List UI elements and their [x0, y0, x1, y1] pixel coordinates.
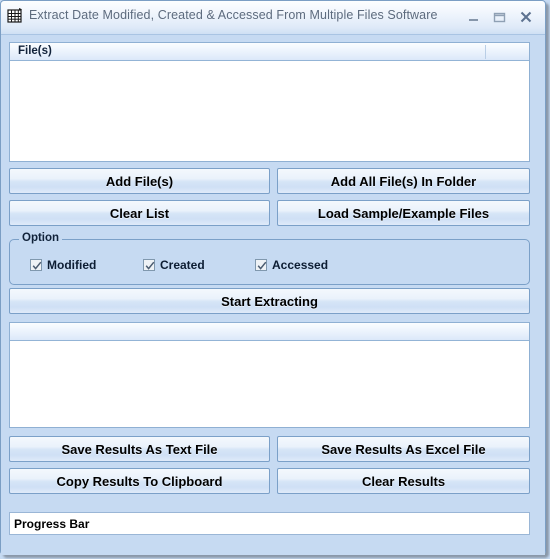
maximize-icon[interactable]: [490, 9, 508, 25]
minimize-icon[interactable]: [465, 9, 483, 25]
start-extracting-button[interactable]: Start Extracting: [9, 288, 530, 314]
clear-list-button[interactable]: Clear List: [9, 200, 270, 226]
save-results-as-text-file-button[interactable]: Save Results As Text File: [9, 436, 270, 462]
checkbox-created[interactable]: Created: [143, 258, 205, 272]
progress-bar: Progress Bar: [9, 512, 530, 535]
checkbox-modified[interactable]: Modified: [30, 258, 96, 272]
progress-bar-label: Progress Bar: [14, 516, 90, 531]
file-list[interactable]: File(s): [9, 42, 530, 162]
title-bar[interactable]: Extract Date Modified, Created & Accesse…: [1, 1, 545, 33]
add-all-files-in-folder-button[interactable]: Add All File(s) In Folder: [277, 168, 530, 194]
option-group: Option Modified Created Accessed: [9, 232, 530, 285]
option-group-title: Option: [19, 232, 63, 244]
copy-results-to-clipboard-button[interactable]: Copy Results To Clipboard: [9, 468, 270, 494]
checkbox-accessed-box[interactable]: [255, 259, 267, 271]
checkbox-created-box[interactable]: [143, 259, 155, 271]
close-icon[interactable]: [517, 9, 535, 25]
window-title: Extract Date Modified, Created & Accesse…: [29, 8, 438, 22]
add-files-button[interactable]: Add File(s): [9, 168, 270, 194]
checkbox-created-label: Created: [160, 258, 205, 272]
checkbox-modified-box[interactable]: [30, 259, 42, 271]
checkbox-accessed[interactable]: Accessed: [255, 258, 328, 272]
grid-table-icon: [7, 7, 24, 24]
application-window: Extract Date Modified, Created & Accesse…: [0, 0, 550, 559]
file-list-column-files[interactable]: File(s): [18, 45, 52, 57]
file-list-column-divider[interactable]: [485, 45, 486, 59]
load-sample-files-button[interactable]: Load Sample/Example Files: [277, 200, 530, 226]
file-list-header: File(s): [10, 43, 529, 61]
results-list[interactable]: [9, 322, 530, 428]
save-results-as-excel-file-button[interactable]: Save Results As Excel File: [277, 436, 530, 462]
checkbox-accessed-label: Accessed: [272, 258, 329, 272]
checkbox-modified-label: Modified: [47, 258, 97, 272]
window-frame: Extract Date Modified, Created & Accesse…: [0, 0, 546, 555]
window-body: File(s) Add File(s) Add All File(s) In F…: [1, 34, 545, 555]
results-list-header: [10, 323, 529, 341]
clear-results-button[interactable]: Clear Results: [277, 468, 530, 494]
